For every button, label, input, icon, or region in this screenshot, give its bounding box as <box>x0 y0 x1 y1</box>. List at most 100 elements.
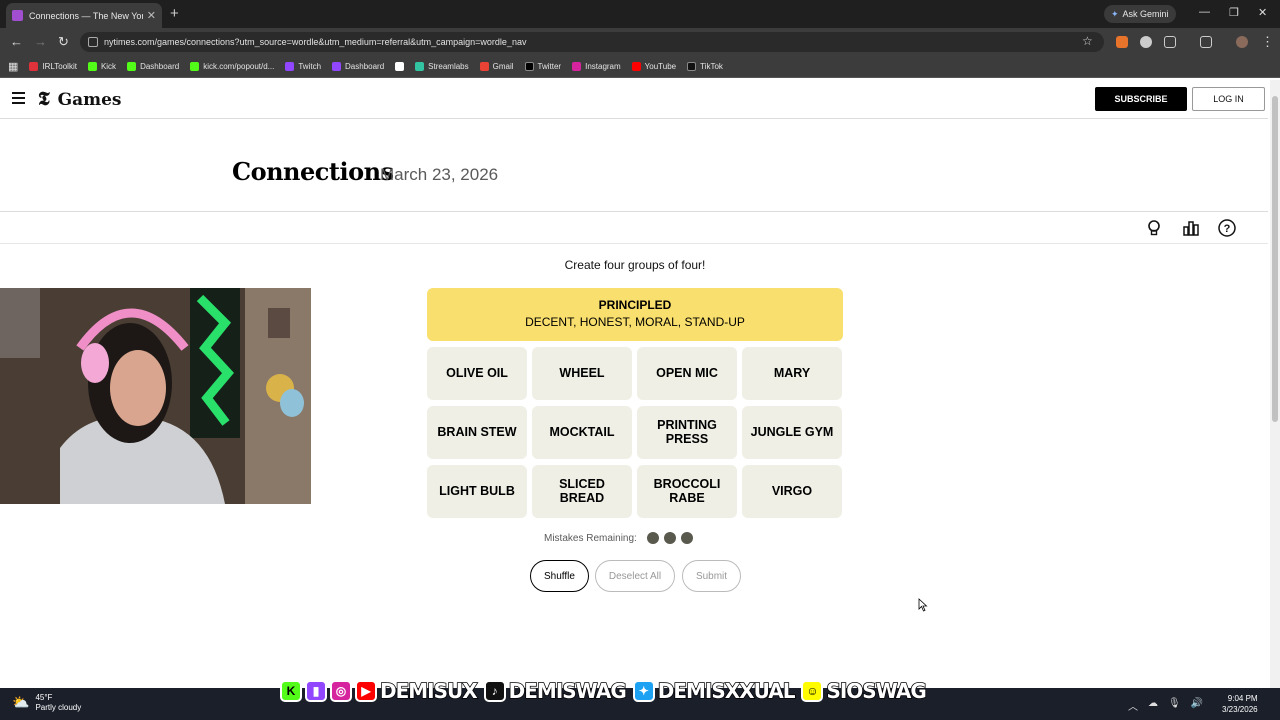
close-window-icon[interactable]: ✕ <box>1258 6 1267 19</box>
bookmark-item[interactable]: Instagram <box>572 62 621 71</box>
login-button[interactable]: LOG IN <box>1192 87 1265 111</box>
mouse-cursor-icon <box>918 598 928 612</box>
twitch-icon: ▮ <box>305 680 327 702</box>
snapchat-icon: ☺ <box>801 680 824 702</box>
word-card[interactable]: MOCKTAIL <box>532 406 632 459</box>
bookmark-favicon-icon <box>285 62 295 71</box>
game-title-row: Connections March 23, 2026 <box>0 119 1268 212</box>
close-tab-icon[interactable]: ✕ <box>147 9 156 22</box>
bookmark-star-icon[interactable]: ☆ <box>1082 34 1093 48</box>
hint-lightbulb-icon[interactable] <box>1145 219 1163 237</box>
browser-tab[interactable]: Connections — The New York ✕ <box>6 3 162 28</box>
nyt-t-logo-icon: 𝕿 <box>38 89 50 110</box>
bookmark-item[interactable]: kick.com/popout/d... <box>190 62 274 71</box>
word-card[interactable]: WHEEL <box>532 347 632 400</box>
bookmark-item[interactable]: Dashboard <box>332 62 384 71</box>
profile-avatar[interactable] <box>1236 36 1248 48</box>
twitter-x-icon <box>524 62 534 71</box>
forward-icon[interactable]: → <box>34 34 47 49</box>
bookmark-item[interactable]: IRLToolkit <box>29 62 77 71</box>
bookmark-item[interactable]: Streamlabs <box>415 62 469 71</box>
bookmark-item[interactable]: Twitch <box>285 62 321 71</box>
word-card[interactable]: PRINTING PRESS <box>637 406 737 459</box>
word-card[interactable]: OPEN MIC <box>637 347 737 400</box>
extension-icon[interactable] <box>1140 36 1152 48</box>
new-tab-button[interactable]: + <box>170 5 179 22</box>
chevron-up-icon[interactable]: ︿ <box>1128 698 1138 713</box>
weather-widget[interactable]: ⛅ 45°F Partly cloudy <box>12 693 81 712</box>
word-card[interactable]: BRAIN STEW <box>427 406 527 459</box>
bookmark-item[interactable]: Gmail <box>479 62 514 71</box>
mistakes-remaining: Mistakes Remaining: <box>544 532 693 544</box>
back-icon[interactable]: ← <box>10 34 23 49</box>
puzzle-date: March 23, 2026 <box>380 165 499 184</box>
deselect-all-button[interactable]: Deselect All <box>595 560 675 592</box>
bookmark-item[interactable]: YouTube <box>631 62 676 71</box>
word-card[interactable]: LIGHT BULB <box>427 465 527 518</box>
site-header: 𝕿 Games SUBSCRIBE LOG IN <box>0 80 1268 119</box>
scrollbar-thumb[interactable] <box>1272 96 1278 422</box>
bookmark-favicon-icon <box>127 62 137 71</box>
volume-icon[interactable]: 🔊 <box>1191 698 1203 713</box>
restore-icon[interactable]: ❐ <box>1229 6 1239 19</box>
word-card[interactable]: VIRGO <box>742 465 842 518</box>
bookmark-item[interactable] <box>395 62 405 71</box>
solved-group: PRINCIPLED DECENT, HONEST, MORAL, STAND-… <box>427 288 843 341</box>
mistake-dot <box>680 532 693 544</box>
url-input[interactable]: nytimes.com/games/connections?utm_source… <box>80 32 1104 52</box>
bookmark-item[interactable]: Dashboard <box>127 62 179 71</box>
social-handle: DEMISUX <box>379 678 478 704</box>
word-card[interactable]: SLICED BREAD <box>532 465 632 518</box>
instagram-icon <box>572 62 582 71</box>
ask-gemini-button[interactable]: ✦ Ask Gemini <box>1104 5 1176 23</box>
weather-temperature: 45°F <box>35 693 53 702</box>
word-card[interactable]: JUNGLE GYM <box>742 406 842 459</box>
system-clock[interactable]: 9:04 PM 3/23/2026 <box>1222 693 1258 715</box>
svg-text:?: ? <box>1224 223 1231 235</box>
site-info-icon[interactable] <box>88 37 98 47</box>
clock-time: 9:04 PM <box>1227 694 1258 703</box>
extension-icon[interactable] <box>1116 36 1128 48</box>
tiktok-icon <box>687 62 697 71</box>
apps-grid-icon[interactable]: ▦ <box>8 60 18 73</box>
twitter-bird-icon: ✦ <box>632 680 655 702</box>
nyt-games-logo[interactable]: 𝕿 Games <box>38 89 122 111</box>
social-handle: DEMISWAG <box>508 678 628 704</box>
microphone-icon[interactable]: 🎙 <box>1168 698 1181 713</box>
address-bar-row: ← → ↻ nytimes.com/games/connections?utm_… <box>0 28 1280 56</box>
stats-chart-icon[interactable] <box>1182 219 1200 237</box>
bookmark-favicon-icon <box>395 62 405 71</box>
url-text: nytimes.com/games/connections?utm_source… <box>104 37 527 47</box>
side-panel-icon[interactable] <box>1200 36 1212 48</box>
hamburger-menu-icon[interactable] <box>12 92 25 104</box>
minimize-icon[interactable]: — <box>1199 6 1210 18</box>
more-menu-icon[interactable]: ⋮ <box>1261 34 1274 50</box>
kick-icon: K <box>280 680 302 702</box>
network-icon[interactable]: ☁ <box>1148 698 1158 713</box>
stream-socials-overlay: K ▮ ◎ ▶ DEMISUX ♪ DEMISWAG ✦ DEMISXXUAL … <box>280 677 930 705</box>
page-title: Connections <box>232 157 394 186</box>
bookmarks-bar: ▦ IRLToolkit Kick Dashboard kick.com/pop… <box>0 56 1280 78</box>
word-card[interactable]: BROCCOLI RABE <box>637 465 737 518</box>
solved-group-category: PRINCIPLED <box>598 298 672 312</box>
youtube-icon: ▶ <box>355 680 377 702</box>
bookmark-favicon-icon <box>29 62 39 71</box>
shuffle-button[interactable]: Shuffle <box>530 560 589 592</box>
page-scrollbar[interactable] <box>1270 80 1280 688</box>
word-card[interactable]: OLIVE OIL <box>427 347 527 400</box>
solved-group-words: DECENT, HONEST, MORAL, STAND-UP <box>525 315 745 329</box>
bookmark-item[interactable]: Kick <box>87 62 116 71</box>
extensions-puzzle-icon[interactable] <box>1164 36 1176 48</box>
reload-icon[interactable]: ↻ <box>58 34 69 50</box>
bookmark-item[interactable]: TikTok <box>687 62 723 71</box>
instagram-icon: ◎ <box>330 680 352 702</box>
word-card[interactable]: MARY <box>742 347 842 400</box>
submit-button[interactable]: Submit <box>682 560 741 592</box>
bookmark-item[interactable]: Twitter <box>524 62 561 71</box>
help-question-icon[interactable]: ? <box>1218 219 1236 237</box>
mistake-dots <box>646 532 693 544</box>
subscribe-button[interactable]: SUBSCRIBE <box>1095 87 1187 111</box>
youtube-icon <box>631 62 641 71</box>
gemini-icon: ✦ <box>1111 8 1119 19</box>
mistakes-label: Mistakes Remaining: <box>544 532 637 544</box>
